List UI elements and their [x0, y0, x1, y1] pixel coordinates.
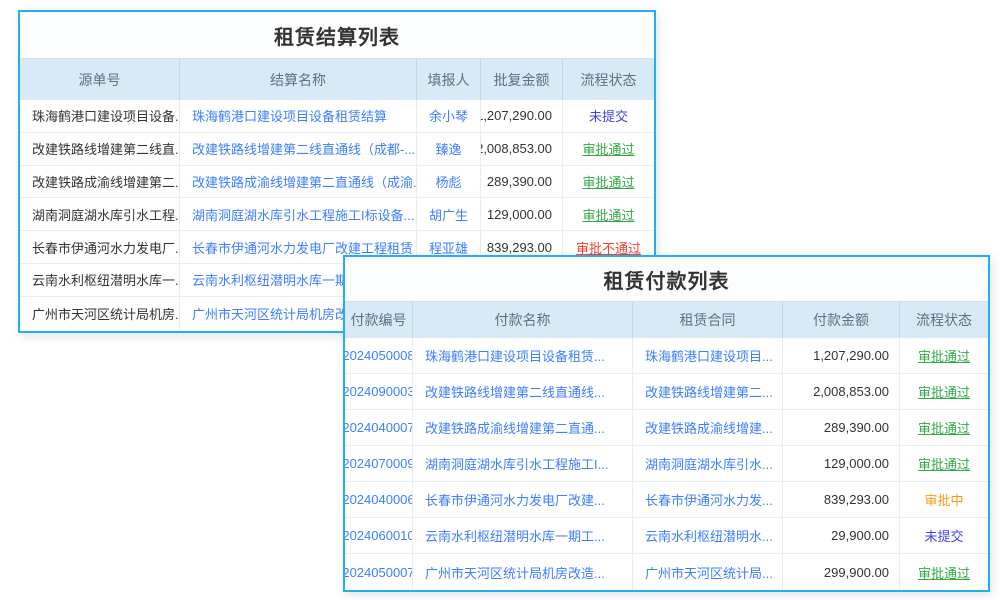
status-badge: 未提交 — [900, 518, 988, 553]
status-badge[interactable]: 审批通过 — [563, 133, 654, 165]
payment-amount-cell: 299,900.00 — [783, 554, 900, 590]
filler-link[interactable]: 臻逸 — [417, 133, 481, 165]
table-row: 2024050007 广州市天河区统计局机房改造... 广州市天河区统计局...… — [345, 554, 988, 590]
column-header-lease-contract: 租赁合同 — [633, 302, 783, 338]
table-row: 改建铁路成渝线增建第二... 改建铁路成渝线增建第二直通线（成渝... 杨彪 2… — [20, 166, 654, 199]
table-row: 2024060010 云南水利枢纽潜明水库一期工... 云南水利枢纽潜明水...… — [345, 518, 988, 554]
payment-no-link[interactable]: 2024040006 — [345, 482, 413, 517]
payment-no-link[interactable]: 2024090003 — [345, 374, 413, 409]
payment-no-link[interactable]: 2024050007 — [345, 554, 413, 590]
status-badge[interactable]: 审批通过 — [900, 338, 988, 373]
payment-amount-cell: 129,000.00 — [783, 446, 900, 481]
status-badge[interactable]: 审批通过 — [900, 446, 988, 481]
payment-table-body: 2024050008 珠海鹤港口建设项目设备租赁... 珠海鹤港口建设项目...… — [345, 338, 988, 590]
settlement-name-link[interactable]: 改建铁路成渝线增建第二直通线（成渝... — [180, 166, 417, 198]
source-no-cell: 湖南洞庭湖水库引水工程... — [20, 198, 180, 230]
filler-link[interactable]: 胡广生 — [417, 198, 481, 230]
payment-name-link[interactable]: 云南水利枢纽潜明水库一期工... — [413, 518, 633, 553]
payment-name-link[interactable]: 改建铁路线增建第二线直通线... — [413, 374, 633, 409]
payment-amount-cell: 29,900.00 — [783, 518, 900, 553]
lease-contract-link[interactable]: 湖南洞庭湖水库引水... — [633, 446, 783, 481]
column-header-flow-status: 流程状态 — [900, 302, 988, 338]
filler-link[interactable]: 余小琴 — [417, 100, 481, 132]
status-badge[interactable]: 审批通过 — [563, 166, 654, 198]
column-header-payment-amount: 付款金额 — [783, 302, 900, 338]
payment-name-link[interactable]: 改建铁路成渝线增建第二直通... — [413, 410, 633, 445]
payment-no-link[interactable]: 2024060010 — [345, 518, 413, 553]
table-row: 2024070009 湖南洞庭湖水库引水工程施工I... 湖南洞庭湖水库引水..… — [345, 446, 988, 482]
column-header-payment-no: 付款编号 — [345, 302, 413, 338]
payment-amount-cell: 289,390.00 — [783, 410, 900, 445]
lease-contract-link[interactable]: 改建铁路成渝线增建... — [633, 410, 783, 445]
table-row: 2024050008 珠海鹤港口建设项目设备租赁... 珠海鹤港口建设项目...… — [345, 338, 988, 374]
column-header-flow-status: 流程状态 — [563, 59, 654, 100]
column-header-settlement-name: 结算名称 — [180, 59, 417, 100]
filler-link[interactable]: 杨彪 — [417, 166, 481, 198]
column-header-payment-name: 付款名称 — [413, 302, 633, 338]
approved-amount-cell: 289,390.00 — [481, 166, 563, 198]
settlement-table-title: 租赁结算列表 — [20, 12, 654, 58]
table-row: 改建铁路线增建第二线直... 改建铁路线增建第二线直通线（成都-... 臻逸 2… — [20, 133, 654, 166]
lease-contract-link[interactable]: 改建铁路线增建第二... — [633, 374, 783, 409]
payment-no-link[interactable]: 2024050008 — [345, 338, 413, 373]
column-header-source-no: 源单号 — [20, 59, 180, 100]
table-row: 湖南洞庭湖水库引水工程... 湖南洞庭湖水库引水工程施工I标设备... 胡广生 … — [20, 198, 654, 231]
payment-amount-cell: 2,008,853.00 — [783, 374, 900, 409]
table-row: 2024090003 改建铁路线增建第二线直通线... 改建铁路线增建第二...… — [345, 374, 988, 410]
settlement-name-link[interactable]: 珠海鹤港口建设项目设备租赁结算 — [180, 100, 417, 132]
payment-name-link[interactable]: 珠海鹤港口建设项目设备租赁... — [413, 338, 633, 373]
source-no-cell: 长春市伊通河水力发电厂... — [20, 231, 180, 263]
payment-name-link[interactable]: 长春市伊通河水力发电厂改建... — [413, 482, 633, 517]
table-row: 2024040006 长春市伊通河水力发电厂改建... 长春市伊通河水力发...… — [345, 482, 988, 518]
lease-contract-link[interactable]: 长春市伊通河水力发... — [633, 482, 783, 517]
payment-name-link[interactable]: 湖南洞庭湖水库引水工程施工I... — [413, 446, 633, 481]
source-no-cell: 改建铁路成渝线增建第二... — [20, 166, 180, 198]
status-badge: 未提交 — [563, 100, 654, 132]
status-badge: 审批中 — [900, 482, 988, 517]
lease-contract-link[interactable]: 云南水利枢纽潜明水... — [633, 518, 783, 553]
status-badge[interactable]: 审批通过 — [900, 374, 988, 409]
settlement-name-link[interactable]: 湖南洞庭湖水库引水工程施工I标设备... — [180, 198, 417, 230]
payment-table-card: 租赁付款列表 付款编号 付款名称 租赁合同 付款金额 流程状态 20240500… — [343, 255, 990, 592]
payment-amount-cell: 839,293.00 — [783, 482, 900, 517]
column-header-filler: 填报人 — [417, 59, 481, 100]
lease-contract-link[interactable]: 广州市天河区统计局... — [633, 554, 783, 590]
status-badge[interactable]: 审批通过 — [900, 410, 988, 445]
status-badge[interactable]: 审批通过 — [563, 198, 654, 230]
source-no-cell: 改建铁路线增建第二线直... — [20, 133, 180, 165]
payment-no-link[interactable]: 2024040007 — [345, 410, 413, 445]
table-row: 2024040007 改建铁路成渝线增建第二直通... 改建铁路成渝线增建...… — [345, 410, 988, 446]
approved-amount-cell: 2,008,853.00 — [481, 133, 563, 165]
payment-no-link[interactable]: 2024070009 — [345, 446, 413, 481]
payment-table-header-row: 付款编号 付款名称 租赁合同 付款金额 流程状态 — [345, 301, 988, 338]
table-row: 珠海鹤港口建设项目设备... 珠海鹤港口建设项目设备租赁结算 余小琴 1,207… — [20, 100, 654, 133]
source-no-cell: 珠海鹤港口建设项目设备... — [20, 100, 180, 132]
column-header-approved-amount: 批复金额 — [481, 59, 563, 100]
payment-table-title: 租赁付款列表 — [345, 257, 988, 301]
settlement-table-header-row: 源单号 结算名称 填报人 批复金额 流程状态 — [20, 58, 654, 100]
payment-amount-cell: 1,207,290.00 — [783, 338, 900, 373]
payment-name-link[interactable]: 广州市天河区统计局机房改造... — [413, 554, 633, 590]
status-badge[interactable]: 审批通过 — [900, 554, 988, 590]
approved-amount-cell: 1,207,290.00 — [481, 100, 563, 132]
settlement-name-link[interactable]: 改建铁路线增建第二线直通线（成都-... — [180, 133, 417, 165]
source-no-cell: 广州市天河区统计局机房... — [20, 297, 180, 330]
source-no-cell: 云南水利枢纽潜明水库一... — [20, 264, 180, 296]
lease-contract-link[interactable]: 珠海鹤港口建设项目... — [633, 338, 783, 373]
approved-amount-cell: 129,000.00 — [481, 198, 563, 230]
